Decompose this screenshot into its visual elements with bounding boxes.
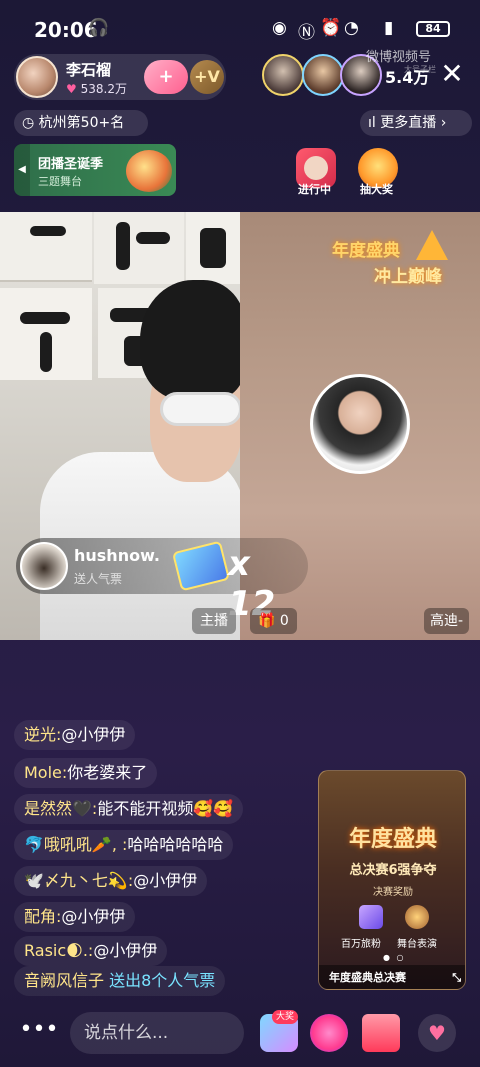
alarm-icon: ⏰ xyxy=(320,18,342,38)
comment-item[interactable]: 配角:@小伊伊 xyxy=(14,902,136,932)
stage-icon xyxy=(405,905,429,929)
event-reward-label: 决赛奖励 xyxy=(373,887,413,898)
gifter-name: hushnow. xyxy=(74,546,160,565)
event-footer[interactable]: 年度盛典总决赛 ⤡ xyxy=(319,965,465,989)
calligraphy xyxy=(0,212,92,282)
promo-title: 团播圣诞季 xyxy=(38,157,104,172)
promo-subtitle: 三题舞台 xyxy=(38,175,82,188)
comment-item[interactable]: 🐬哦吼吼🥕, :哈哈哈哈哈哈 xyxy=(14,830,234,860)
comment-user[interactable]: Rasic🌒.: xyxy=(24,941,93,960)
ticket-icon xyxy=(171,540,231,592)
comment-text: @小伊伊 xyxy=(61,725,126,744)
bars-icon: ıl xyxy=(368,115,376,131)
city-rank[interactable]: ◷ 杭州第50+名 xyxy=(14,110,148,136)
comment-user[interactable]: 音阙风信子 xyxy=(24,971,104,990)
comment-item[interactable]: 🕊️〆九丶七💫:@小伊伊 xyxy=(14,866,208,896)
gift-desc: 送人气票 xyxy=(74,572,123,586)
promo-mascot xyxy=(126,150,172,192)
comment-item[interactable]: 是然然🖤:能不能开视频🥰🥰 xyxy=(14,794,244,824)
comment-text: @小伊伊 xyxy=(93,941,158,960)
guest-avatar[interactable] xyxy=(310,374,410,474)
comment-user[interactable]: 🕊️〆九丶七💫: xyxy=(24,871,133,890)
year-logo-line1: 年度盛典 xyxy=(332,241,400,261)
event-footer-label: 年度盛典总决赛 xyxy=(329,971,406,984)
watermark: 微博视频号 xyxy=(366,50,432,65)
heart-gift-button[interactable] xyxy=(310,1014,348,1052)
activity-ongoing-label: 进行中 xyxy=(298,183,331,196)
event-card[interactable]: 年度盛典 总决赛6强争夺 决赛奖励 百万旅粉 舞台表演 ● ○ 年度盛典总决赛 … xyxy=(318,770,466,990)
more-live-button[interactable]: ıl 更多直播 › xyxy=(360,110,472,136)
close-icon[interactable]: ✕ xyxy=(436,58,468,90)
audience-avatar[interactable] xyxy=(302,54,344,96)
comment-user[interactable]: Mole: xyxy=(24,763,67,782)
comment-item[interactable]: 逆光:@小伊伊 xyxy=(14,720,136,750)
event-reward1: 百万旅粉 xyxy=(341,939,381,950)
chevron-right-icon: › xyxy=(440,115,447,131)
comment-user[interactable]: 逆光: xyxy=(24,725,61,744)
host-likes: ♥ 538.2万 xyxy=(66,80,127,97)
host-likes-value: 538.2万 xyxy=(80,82,127,96)
host-info[interactable]: 李石榴 ♥ 538.2万 + +V xyxy=(14,54,226,100)
gifter-avatar xyxy=(20,542,68,590)
comment-text: @小伊伊 xyxy=(133,871,198,890)
pk-score-value: 0 xyxy=(279,613,289,629)
quality-button[interactable]: 高迪- xyxy=(424,608,470,634)
activity-avatar xyxy=(304,156,328,180)
signal-5g-icon: ▮ xyxy=(384,18,394,38)
carousel-dots: ● ○ xyxy=(383,953,406,962)
event-subtitle: 总决赛6强争夺 xyxy=(349,863,437,878)
battery-icon: 84 xyxy=(416,21,450,37)
calligraphy xyxy=(94,212,184,284)
audience-avatar[interactable] xyxy=(262,54,304,96)
eye-icon: ◉ xyxy=(272,18,287,38)
like-button[interactable]: ♥ xyxy=(418,1014,456,1052)
gift-message[interactable]: 音阙风信子 送出8个人气票 xyxy=(14,966,226,996)
comment-item[interactable]: Rasic🌒.:@小伊伊 xyxy=(14,936,168,966)
hair xyxy=(140,280,240,400)
prize-badge: 大奖 xyxy=(272,1010,299,1024)
comment-user[interactable]: 配角: xyxy=(24,907,61,926)
headphones-icon: 🎧 xyxy=(88,18,110,38)
heart-plus-icon: ♥ xyxy=(428,1021,446,1045)
gift-icon: 🎁 xyxy=(258,613,276,629)
more-button[interactable]: ••• xyxy=(16,1012,62,1054)
chevron-left-icon[interactable]: ◀ xyxy=(14,144,30,196)
video-area[interactable]: 年度盛典 冲上巅峰 hushnow. 送人气票 x 12 主播 🎁 0 高迪- xyxy=(0,212,480,640)
clock-icon: ◷ xyxy=(22,115,35,131)
more-live-label: 更多直播 xyxy=(380,115,437,131)
event-reward2: 舞台表演 xyxy=(397,939,437,950)
host-avatar[interactable] xyxy=(16,56,58,98)
comment-text: 你老婆来了 xyxy=(67,763,148,782)
promo-banner[interactable]: ◀ 团播圣诞季 三题舞台 xyxy=(14,144,176,196)
nfc-icon: Ⓝ xyxy=(298,23,315,43)
gift-box-icon xyxy=(359,905,383,929)
comment-text: 哈哈哈哈哈哈 xyxy=(127,835,224,854)
city-rank-label: 杭州第50+名 xyxy=(38,115,125,131)
follow-button[interactable]: + xyxy=(144,60,188,94)
year-event-logo[interactable]: 年度盛典 冲上巅峰 xyxy=(332,230,464,288)
comment-user[interactable]: 🐬哦吼吼🥕, : xyxy=(24,835,127,854)
heart-icon: ♥ xyxy=(66,82,77,96)
gift-button[interactable] xyxy=(362,1014,400,1052)
gift-message-text: 送出8个人气票 xyxy=(109,971,216,990)
lottery-label: 抽大奖 xyxy=(360,183,393,196)
gem-icon xyxy=(416,230,448,260)
chat-input[interactable]: 说点什么... xyxy=(70,1012,244,1054)
expand-icon[interactable]: ⤡ xyxy=(452,965,461,989)
fan-club-button[interactable]: +V xyxy=(190,60,224,94)
audience-count[interactable]: 5.4万 xyxy=(385,64,429,88)
comment-user[interactable]: 是然然🖤: xyxy=(24,799,97,818)
gift-notification: hushnow. 送人气票 x 12 xyxy=(16,538,308,624)
wifi-icon: ◔ xyxy=(344,18,359,38)
comment-text: @小伊伊 xyxy=(61,907,126,926)
comment-item[interactable]: Mole:你老婆来了 xyxy=(14,758,158,788)
host-name: 李石榴 xyxy=(66,61,112,79)
host-label: 主播 xyxy=(192,608,236,634)
event-title: 年度盛典 xyxy=(348,827,437,852)
sunglasses xyxy=(160,392,240,426)
year-logo-line2: 冲上巅峰 xyxy=(374,267,442,287)
pk-score: 🎁 0 xyxy=(250,608,297,634)
comment-text: 能不能开视频🥰🥰 xyxy=(97,799,234,818)
